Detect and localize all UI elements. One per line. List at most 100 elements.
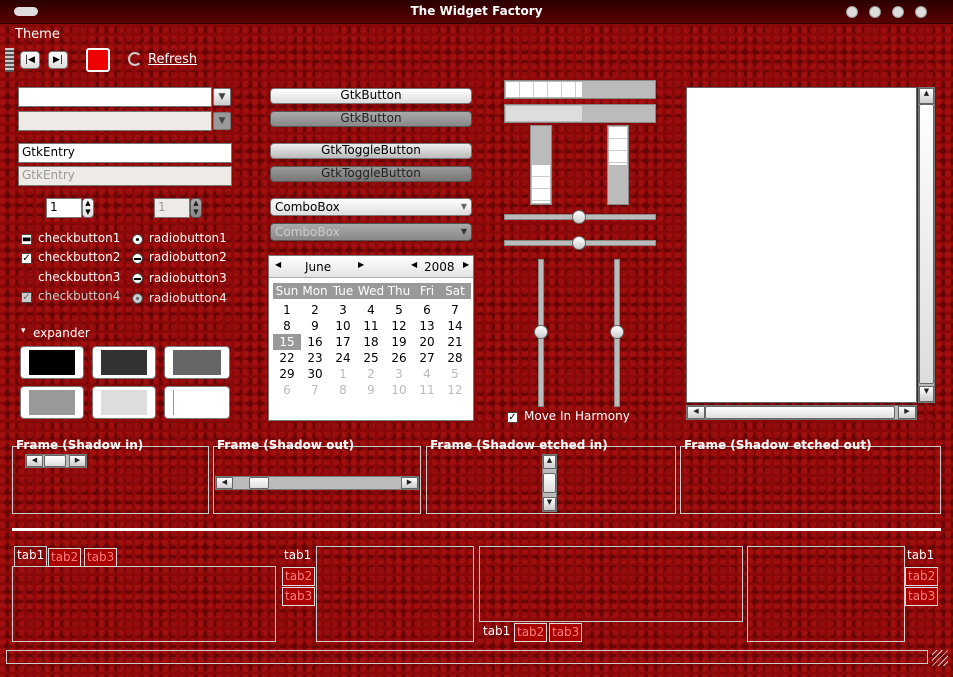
tab-2-left[interactable]: tab2 [282, 567, 316, 586]
combo-box[interactable]: ComboBox ▼ [270, 198, 472, 216]
calendar-day[interactable]: 30 [301, 366, 329, 382]
horizontal-scrollbar[interactable]: ◀ ▶ [686, 405, 917, 420]
swatch-button-5[interactable] [92, 386, 156, 419]
frame-vscrollbar[interactable]: ▲ ▼ [542, 454, 557, 512]
expander-arrow-icon[interactable]: ▾ [21, 326, 26, 336]
calendar-day[interactable]: 17 [329, 334, 357, 350]
calendar-day[interactable]: 1 [273, 302, 301, 318]
calendar-day[interactable]: 14 [441, 318, 469, 334]
radiobutton3-label[interactable]: radiobutton3 [149, 271, 227, 285]
expander[interactable]: expander [33, 326, 90, 340]
calendar-day[interactable]: 15 [273, 334, 301, 350]
tab-3-left[interactable]: tab3 [282, 587, 316, 606]
calendar-day[interactable]: 20 [413, 334, 441, 350]
slider-knob[interactable] [572, 236, 586, 250]
prev-year-icon[interactable]: ◀ [411, 260, 417, 269]
minimize-button[interactable] [869, 6, 881, 18]
checkbox-1[interactable]: ▬ [21, 234, 32, 245]
frame-hscrollbar[interactable]: ◀ ▶ [215, 476, 419, 490]
refresh-button[interactable]: Refresh [148, 52, 197, 67]
calendar-day[interactable]: 9 [301, 318, 329, 334]
chevron-down-icon[interactable]: ▼ [213, 88, 231, 106]
calendar-day[interactable]: 10 [329, 318, 357, 334]
tab-2-bottom[interactable]: tab2 [514, 623, 548, 642]
calendar-day[interactable]: 2 [301, 302, 329, 318]
calendar-day[interactable]: 24 [329, 350, 357, 366]
scroll-left-icon[interactable]: ◀ [687, 406, 705, 419]
maximize-button[interactable] [892, 6, 904, 18]
spin-arrows-icon[interactable]: ▲ ▼ [82, 198, 94, 218]
scroll-thumb[interactable] [249, 477, 269, 489]
calendar-day[interactable]: 6 [273, 382, 301, 398]
calendar-day[interactable]: 10 [385, 382, 413, 398]
tab-1-top[interactable]: tab1 [14, 546, 48, 567]
prev-month-icon[interactable]: ◀ [275, 260, 281, 269]
tab-3-bottom[interactable]: tab3 [549, 623, 583, 642]
calendar-day[interactable]: 16 [301, 334, 329, 350]
combo-entry-1[interactable] [18, 87, 212, 107]
radiobutton2-label[interactable]: radiobutton2 [149, 250, 227, 264]
previous-icon[interactable]: |◀ [20, 51, 40, 69]
scroll-up-icon[interactable]: ▲ [919, 88, 934, 104]
scroll-left-icon[interactable]: ◀ [216, 477, 233, 489]
calendar-day[interactable]: 12 [385, 318, 413, 334]
move-in-harmony-checkbox[interactable]: ✓ [507, 412, 518, 423]
calendar-day[interactable]: 7 [301, 382, 329, 398]
radio-1[interactable] [132, 234, 143, 245]
vertical-scrollbar[interactable]: ▲ ▼ [918, 87, 935, 403]
calendar-day[interactable]: 2 [357, 366, 385, 382]
calendar-day[interactable]: 11 [357, 318, 385, 334]
calendar-day[interactable]: 4 [357, 302, 385, 318]
radio-2[interactable] [132, 253, 143, 264]
calendar-day[interactable]: 27 [413, 350, 441, 366]
calendar-day[interactable]: 19 [385, 334, 413, 350]
scroll-up-icon[interactable]: ▲ [543, 455, 556, 469]
checkbutton2-label[interactable]: checkbutton2 [38, 250, 120, 264]
swatch-button-2[interactable] [92, 346, 156, 379]
slider-knob[interactable] [572, 210, 586, 224]
scroll-thumb[interactable] [705, 406, 895, 419]
scroll-right-icon[interactable]: ▶ [898, 406, 916, 419]
calendar-day[interactable]: 13 [413, 318, 441, 334]
radiobutton1-label[interactable]: radiobutton1 [149, 231, 227, 245]
tab-1-bottom[interactable]: tab1 [481, 623, 512, 640]
calendar-day[interactable]: 8 [273, 318, 301, 334]
calendar-day[interactable]: 26 [385, 350, 413, 366]
spin-button-1[interactable]: 1 [46, 198, 82, 218]
scroll-down-icon[interactable]: ▼ [543, 497, 556, 511]
calendar-day[interactable]: 18 [357, 334, 385, 350]
tab-3-top[interactable]: tab3 [84, 548, 118, 567]
calendar-day[interactable]: 7 [441, 302, 469, 318]
slider-knob[interactable] [610, 325, 624, 339]
gtk-entry[interactable]: GtkEntry [18, 143, 232, 163]
next-icon[interactable]: ▶| [48, 51, 68, 69]
scroll-thumb[interactable] [543, 473, 556, 493]
text-view[interactable] [686, 87, 917, 403]
calendar-day[interactable]: 9 [357, 382, 385, 398]
calendar-day[interactable]: 5 [441, 366, 469, 382]
toolbar-handle[interactable] [5, 48, 14, 72]
swatch-button-4[interactable] [20, 386, 84, 419]
calendar-day[interactable]: 11 [413, 382, 441, 398]
tab-3-right[interactable]: tab3 [905, 587, 939, 606]
close-button[interactable] [915, 6, 927, 18]
gtk-toggle-button[interactable]: GtkToggleButton [270, 143, 472, 159]
scroll-right-icon[interactable]: ▶ [401, 477, 418, 489]
calendar-day[interactable]: 5 [385, 302, 413, 318]
scroll-left-icon[interactable]: ◀ [26, 455, 43, 467]
calendar-day[interactable]: 12 [441, 382, 469, 398]
scroll-down-icon[interactable]: ▼ [919, 386, 934, 402]
calendar-day[interactable]: 23 [301, 350, 329, 366]
calendar-day[interactable]: 3 [385, 366, 413, 382]
checkbutton1-label[interactable]: checkbutton1 [38, 231, 120, 245]
slider-knob[interactable] [534, 325, 548, 339]
move-in-harmony-label[interactable]: Move In Harmony [524, 409, 630, 423]
tab-1-right[interactable]: tab1 [905, 547, 939, 564]
gtk-button[interactable]: GtkButton [270, 88, 472, 104]
checkbutton3-label[interactable]: checkbutton3 [38, 270, 120, 284]
menu-theme[interactable]: Theme [15, 27, 60, 42]
mini-hscrollbar[interactable]: ◀ ▶ [25, 454, 87, 468]
resize-grip-icon[interactable] [932, 650, 948, 666]
record-icon[interactable] [86, 48, 110, 72]
tab-2-top[interactable]: tab2 [48, 548, 82, 567]
